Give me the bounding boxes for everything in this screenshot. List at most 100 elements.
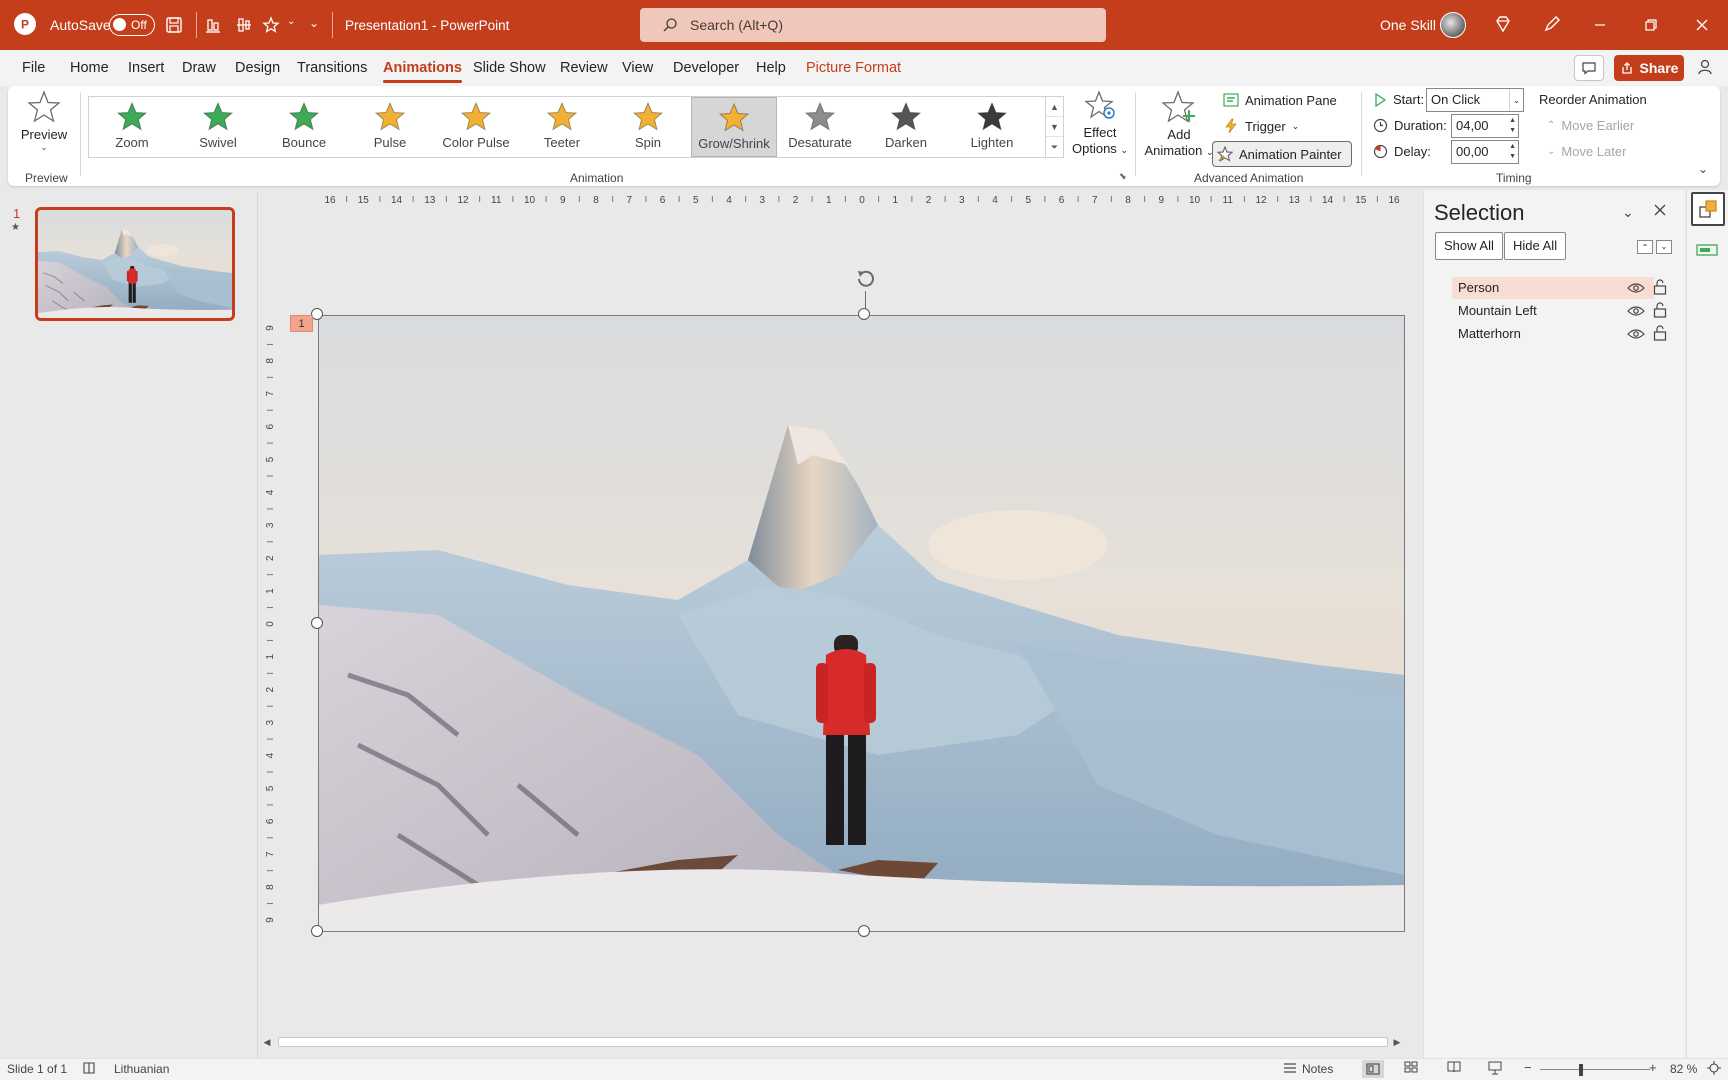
diamond-premium-icon[interactable] — [1492, 13, 1514, 35]
restore-icon[interactable] — [1640, 14, 1662, 36]
spinner-arrows-icon[interactable]: ▲ ▼ — [1509, 142, 1516, 162]
animation-desaturate[interactable]: Desaturate — [777, 97, 863, 157]
move-later-button[interactable]: ⌄ Move Later — [1547, 144, 1626, 159]
lock-icon[interactable] — [1653, 279, 1667, 298]
animation-order-tag[interactable]: 1 — [290, 315, 313, 332]
avatar[interactable] — [1440, 12, 1466, 38]
tab-help[interactable]: Help — [756, 60, 786, 76]
coauthor-icon[interactable] — [1696, 57, 1716, 80]
language-status[interactable]: Lithuanian — [114, 1062, 169, 1076]
tab-insert[interactable]: Insert — [128, 60, 164, 76]
collapse-ribbon-icon[interactable]: ⌄ — [1698, 162, 1708, 176]
tab-home[interactable]: Home — [70, 60, 109, 76]
animation-pane-toggle-icon[interactable] — [1696, 242, 1718, 261]
add-animation-button[interactable]: Add Animation ⌄ — [1142, 90, 1216, 160]
show-all-button[interactable]: Show All — [1435, 232, 1503, 260]
lock-icon[interactable] — [1653, 325, 1667, 344]
pen-icon[interactable] — [1541, 13, 1563, 35]
rotate-handle-icon[interactable] — [854, 267, 878, 291]
zoom-level[interactable]: 82 % — [1670, 1062, 1697, 1076]
align-icon[interactable] — [202, 14, 224, 36]
effect-options-button[interactable]: Effect Options ⌄ — [1064, 90, 1136, 160]
eye-icon[interactable] — [1627, 305, 1645, 320]
resize-handle[interactable] — [311, 617, 323, 629]
scroll-left-icon[interactable]: ◀ — [260, 1034, 274, 1050]
share-button[interactable]: Share — [1614, 55, 1684, 81]
selection-pane-toggle-icon[interactable] — [1691, 192, 1725, 226]
animation-color-pulse[interactable]: Color Pulse — [433, 97, 519, 157]
zoom-in-icon[interactable]: + — [1649, 1060, 1657, 1075]
resize-handle[interactable] — [858, 925, 870, 937]
animation-teeter[interactable]: Teeter — [519, 97, 605, 157]
zoom-out-icon[interactable]: − — [1524, 1060, 1532, 1075]
save-icon[interactable] — [163, 14, 185, 36]
slide-sorter-icon[interactable] — [1404, 1061, 1418, 1076]
fit-to-window-icon[interactable] — [1707, 1061, 1721, 1078]
minimize-icon[interactable] — [1589, 14, 1611, 36]
slide-thumbnail[interactable] — [35, 207, 235, 321]
tab-transitions[interactable]: Transitions — [297, 60, 367, 76]
hide-all-button[interactable]: Hide All — [1504, 232, 1567, 260]
tab-developer[interactable]: Developer — [673, 60, 739, 76]
start-combo[interactable]: On Click ⌄ — [1426, 88, 1524, 112]
resize-handle[interactable] — [858, 308, 870, 320]
selection-item-matterhorn[interactable]: Matterhorn — [1452, 323, 1654, 345]
slideshow-view-icon[interactable] — [1488, 1061, 1502, 1078]
slide-canvas[interactable] — [318, 315, 1405, 932]
animation-darken[interactable]: Darken — [863, 97, 949, 157]
tab-view[interactable]: View — [622, 60, 653, 76]
notes-button[interactable]: Notes — [1302, 1062, 1333, 1076]
reading-view-icon[interactable] — [1447, 1061, 1461, 1076]
animation-zoom[interactable]: Zoom — [89, 97, 175, 157]
scroll-right-icon[interactable]: ▶ — [1390, 1034, 1404, 1050]
tab-animations[interactable]: Animations — [383, 60, 462, 83]
accessibility-icon[interactable] — [82, 1061, 96, 1078]
eye-icon[interactable] — [1627, 282, 1645, 297]
zoom-slider[interactable] — [1540, 1069, 1650, 1070]
chevron-down-icon[interactable]: ⌄ — [1509, 89, 1523, 111]
delay-spinner[interactable]: 00,00 ▲ ▼ — [1451, 140, 1519, 164]
customize-toolbar-icon[interactable]: ⌄ — [309, 16, 319, 30]
star-favorite-icon[interactable] — [260, 14, 282, 36]
zoom-slider-thumb[interactable] — [1579, 1064, 1583, 1076]
horizontal-scrollbar[interactable]: ◀ ▶ — [260, 1034, 1404, 1050]
selection-item-person[interactable]: Person — [1452, 277, 1654, 299]
bring-forward-icon[interactable]: ⌃ — [1637, 240, 1653, 254]
chevron-down-icon[interactable]: ⌄ — [287, 16, 295, 27]
close-pane-icon[interactable] — [1652, 202, 1668, 221]
selection-item-mountain-left[interactable]: Mountain Left — [1452, 300, 1654, 322]
animation-grow-shrink[interactable]: Grow/Shrink — [691, 97, 777, 157]
animation-bounce[interactable]: Bounce — [261, 97, 347, 157]
animation-pane-button[interactable]: Animation Pane — [1223, 92, 1337, 108]
normal-view-icon[interactable] — [1362, 1060, 1384, 1078]
gallery-more-icon[interactable]: ⏷ — [1046, 137, 1063, 157]
animation-painter-button[interactable]: Animation Painter — [1212, 141, 1352, 167]
animation-lighten[interactable]: Lighten — [949, 97, 1035, 157]
resize-handle[interactable] — [311, 925, 323, 937]
autosave-toggle[interactable]: Off — [109, 14, 155, 36]
animation-swivel[interactable]: Swivel — [175, 97, 261, 157]
send-backward-icon[interactable]: ⌄ — [1656, 240, 1672, 254]
tab-file[interactable]: File — [22, 60, 45, 76]
tab-review[interactable]: Review — [560, 60, 608, 76]
animation-pulse[interactable]: Pulse — [347, 97, 433, 157]
animation-spin[interactable]: Spin — [605, 97, 691, 157]
dialog-launcher-icon[interactable]: ⬊ — [1119, 171, 1127, 182]
trigger-button[interactable]: Trigger ⌄ — [1223, 118, 1299, 134]
search-box[interactable]: Search (Alt+Q) — [640, 8, 1106, 42]
pane-options-chevron-icon[interactable]: ⌄ — [1622, 204, 1634, 221]
close-icon[interactable] — [1691, 14, 1713, 36]
gallery-down-icon[interactable]: ▼ — [1046, 117, 1063, 137]
notes-icon[interactable] — [1282, 1061, 1298, 1078]
gallery-up-icon[interactable]: ▲ — [1046, 97, 1063, 117]
spinner-arrows-icon[interactable]: ▲ ▼ — [1509, 116, 1516, 136]
tab-picture-format[interactable]: Picture Format — [806, 60, 901, 76]
preview-button[interactable]: Preview ⌄ — [16, 90, 72, 160]
tab-slide-show[interactable]: Slide Show — [473, 60, 546, 76]
tab-design[interactable]: Design — [235, 60, 280, 76]
lock-icon[interactable] — [1653, 302, 1667, 321]
distribute-icon[interactable] — [233, 14, 255, 36]
user-name[interactable]: One Skill — [1380, 17, 1436, 33]
scrollbar-thumb[interactable] — [278, 1037, 1388, 1047]
tab-draw[interactable]: Draw — [182, 60, 216, 76]
